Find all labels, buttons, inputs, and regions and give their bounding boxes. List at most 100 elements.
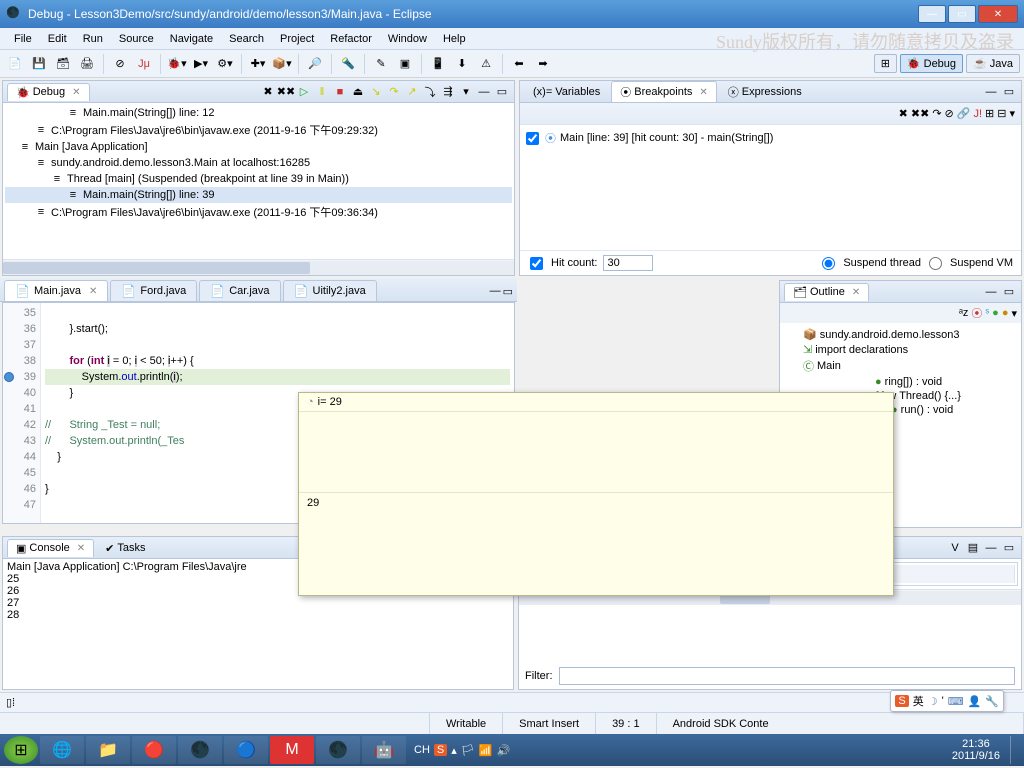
- saveall-button[interactable]: 🗃: [52, 53, 74, 75]
- add-java-exc-icon[interactable]: J!: [973, 108, 982, 120]
- taskbar-m[interactable]: M: [270, 736, 314, 764]
- menu-run[interactable]: Run: [75, 31, 111, 47]
- menu-navigate[interactable]: Navigate: [162, 31, 221, 47]
- view-menu-icon[interactable]: ▾: [458, 84, 474, 100]
- debug-tree-node[interactable]: ≡Main.main(String[]) line: 39: [5, 187, 512, 203]
- close-icon[interactable]: ✕: [73, 543, 85, 554]
- fastview-icon[interactable]: ▯⁞: [6, 696, 15, 709]
- menu-source[interactable]: Source: [111, 31, 162, 47]
- menu-window[interactable]: Window: [380, 31, 435, 47]
- open-perspective-button[interactable]: ⊞: [874, 54, 897, 73]
- disconnect-icon[interactable]: ⏏: [350, 84, 366, 100]
- debug-tree-node[interactable]: ≡C:\Program Files\Java\jre6\bin\javaw.ex…: [5, 203, 512, 221]
- debug-tree-node[interactable]: ≡sundy.android.demo.lesson3.Main at loca…: [5, 155, 512, 171]
- outline-item[interactable]: 📦 sundy.android.demo.lesson3: [784, 327, 1017, 342]
- close-icon[interactable]: ✕: [695, 87, 707, 98]
- avd-button[interactable]: 📱: [427, 53, 449, 75]
- new-button[interactable]: 📄: [4, 53, 26, 75]
- close-button[interactable]: ✕: [978, 5, 1018, 23]
- maximize-icon[interactable]: ▭: [494, 84, 510, 100]
- sort-icon[interactable]: ᵃz: [959, 307, 969, 319]
- step-return-icon[interactable]: ↗: [404, 84, 420, 100]
- minimize-icon[interactable]: —: [983, 540, 999, 556]
- expand-all-icon[interactable]: ⊞: [985, 107, 994, 120]
- verbose-icon[interactable]: V: [947, 540, 963, 556]
- remove-launch-icon[interactable]: ✖: [260, 84, 276, 100]
- perspective-debug[interactable]: 🐞 Debug: [900, 54, 963, 73]
- skip-breakpoints-button[interactable]: ⊘: [109, 53, 131, 75]
- lint-button[interactable]: ⚠: [475, 53, 497, 75]
- debug-tree[interactable]: ≡Main.main(String[]) line: 12≡C:\Program…: [3, 103, 514, 259]
- system-tray[interactable]: CH S ▴ 🏳 📶 🔊: [408, 744, 516, 757]
- fwd-button[interactable]: ➡: [532, 53, 554, 75]
- tab-car-java[interactable]: 📄 Car.java: [199, 280, 280, 301]
- tab-uitily2-java[interactable]: 📄 Uitily2.java: [283, 280, 377, 301]
- person-icon[interactable]: 👤: [968, 695, 982, 708]
- maximize-icon[interactable]: ▭: [1001, 540, 1017, 556]
- hide-local-icon[interactable]: ●: [1002, 307, 1009, 319]
- maximize-button[interactable]: ▭: [948, 5, 976, 23]
- step-filter-icon[interactable]: ⇶: [440, 84, 456, 100]
- debug-tree-node[interactable]: ≡C:\Program Files\Java\jre6\bin\javaw.ex…: [5, 121, 512, 139]
- sogou-tray-icon[interactable]: S: [434, 744, 447, 756]
- tab-ford-java[interactable]: 📄 Ford.java: [110, 280, 197, 301]
- debug-button[interactable]: 🐞▾: [166, 53, 188, 75]
- remove-all-bp-icon[interactable]: ✖✖: [911, 107, 929, 120]
- breakpoint-item[interactable]: ⦿ Main [line: 39] [hit count: 30] - main…: [524, 129, 1017, 147]
- junit-button[interactable]: Jμ: [133, 53, 155, 75]
- tab-main-java[interactable]: 📄 Main.java ✕: [4, 280, 108, 301]
- hide-static-icon[interactable]: ˢ: [985, 307, 989, 319]
- minimize-icon[interactable]: —: [490, 285, 501, 298]
- ime-bar[interactable]: S 英 ☽ ' ⌨ 👤 🔧: [890, 690, 1004, 712]
- taskbar-eclipse2[interactable]: 🌑: [316, 736, 360, 764]
- network-icon[interactable]: 📶: [479, 744, 493, 757]
- run-button[interactable]: ▶▾: [190, 53, 212, 75]
- new-package-button[interactable]: 📦▾: [271, 53, 293, 75]
- remove-all-icon[interactable]: ✖✖: [278, 84, 294, 100]
- taskbar-chrome[interactable]: 🔴: [132, 736, 176, 764]
- outline-item[interactable]: Ⓒ Main: [784, 357, 1017, 375]
- menu-project[interactable]: Project: [272, 31, 322, 47]
- view-menu-icon[interactable]: ▾: [1011, 307, 1017, 320]
- taskbar-screencap[interactable]: 🔵: [224, 736, 268, 764]
- debug-tree-node[interactable]: ≡Main.main(String[]) line: 12: [5, 105, 512, 121]
- tab-variables[interactable]: (x)= Variables: [524, 83, 609, 100]
- maximize-icon[interactable]: ▭: [1001, 84, 1017, 100]
- minimize-icon[interactable]: —: [983, 84, 999, 100]
- console-tab[interactable]: ▣ Console ✕: [7, 539, 94, 557]
- close-icon[interactable]: ✕: [848, 287, 860, 298]
- perspective-java[interactable]: ☕ Java: [966, 54, 1020, 73]
- collapse-all-icon[interactable]: ⊟: [997, 107, 1006, 120]
- tasks-tab[interactable]: ✔ Tasks: [96, 539, 154, 557]
- step-into-icon[interactable]: ↘: [368, 84, 384, 100]
- remove-bp-icon[interactable]: ✖: [899, 107, 908, 120]
- sogou-icon[interactable]: S: [895, 695, 908, 707]
- save-button[interactable]: 💾: [28, 53, 50, 75]
- filter-input[interactable]: [559, 667, 1016, 685]
- debug-tree-node[interactable]: ≡Thread [main] (Suspended (breakpoint at…: [5, 171, 512, 187]
- flag-icon[interactable]: 🏳: [461, 744, 475, 757]
- keyboard-icon[interactable]: ⌨: [948, 695, 964, 708]
- hide-fields-icon[interactable]: ⦿: [971, 305, 982, 321]
- debug-tab[interactable]: 🐞 Debug✕: [7, 83, 90, 101]
- wrench-icon[interactable]: 🔧: [985, 695, 999, 708]
- comma-icon[interactable]: ': [942, 695, 944, 707]
- goto-file-icon[interactable]: ↷: [932, 107, 941, 120]
- breakpoint-marker[interactable]: [4, 372, 14, 382]
- skip-all-icon[interactable]: ⊘: [945, 107, 954, 120]
- outline-item[interactable]: ⇲ import declarations: [784, 342, 1017, 357]
- suspend-vm-radio[interactable]: [929, 257, 942, 270]
- close-icon[interactable]: ✕: [85, 286, 97, 297]
- outline-tab[interactable]: 🗂 Outline✕: [784, 283, 869, 301]
- tab-breakpoints[interactable]: ⦿ Breakpoints✕: [611, 81, 716, 102]
- debug-tree-node[interactable]: ≡Main [Java Application]: [5, 139, 512, 155]
- taskbar-eclipse[interactable]: 🌑: [178, 736, 222, 764]
- suspend-icon[interactable]: ‖: [314, 84, 330, 100]
- taskbar-ie[interactable]: 🌐: [40, 736, 84, 764]
- volume-icon[interactable]: 🔊: [496, 744, 510, 757]
- menu-refactor[interactable]: Refactor: [322, 31, 380, 47]
- suspend-thread-radio[interactable]: [822, 257, 835, 270]
- minimize-button[interactable]: —: [918, 5, 946, 23]
- hitcount-checkbox[interactable]: [530, 257, 543, 270]
- debug-hscroll[interactable]: [3, 259, 514, 275]
